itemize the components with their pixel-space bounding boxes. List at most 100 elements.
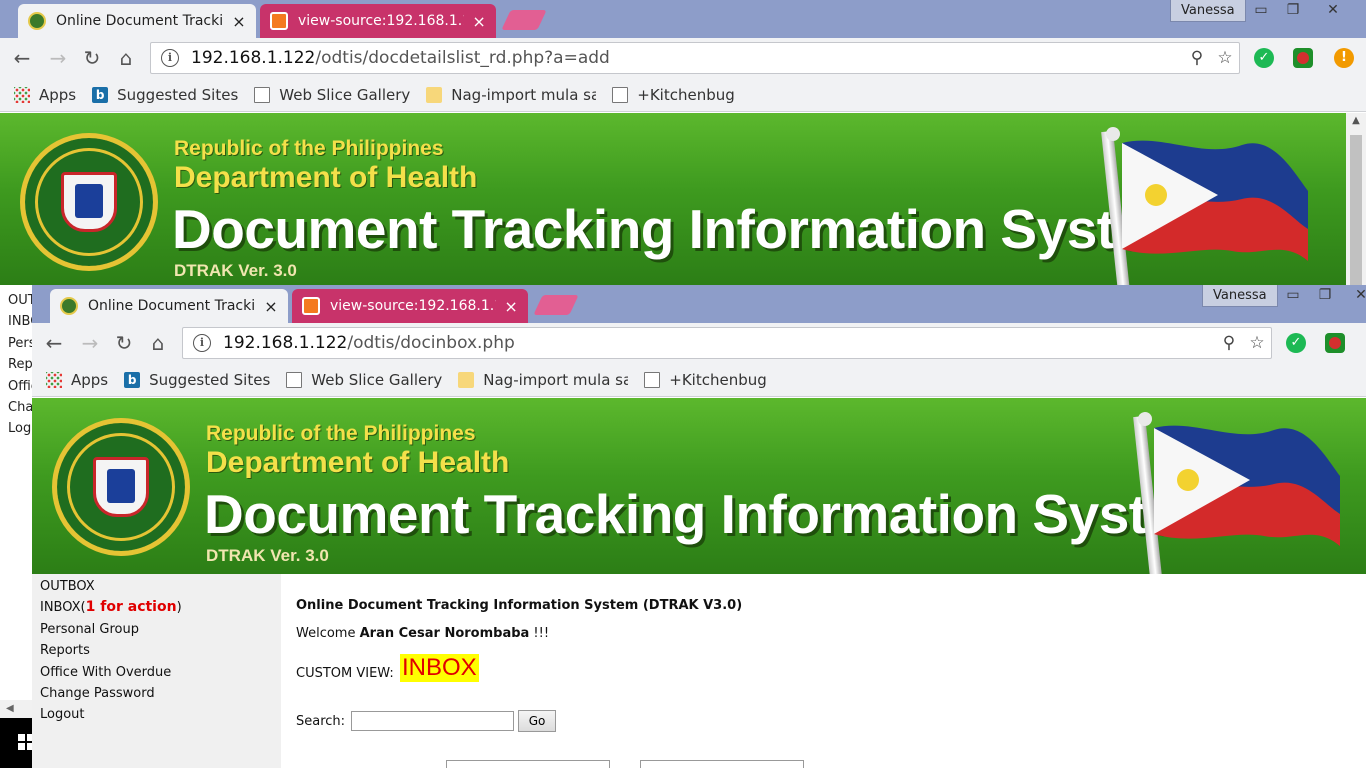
bookmark-kitchenbug[interactable]: +Kitchenbug: [644, 371, 767, 389]
banner-department-text: Department of Health: [206, 446, 510, 479]
home-icon[interactable]: ⌂: [114, 46, 138, 70]
welcome-message: Welcome Aran Cesar Norombaba !!!: [296, 626, 550, 641]
new-tab-button[interactable]: [501, 10, 547, 30]
profile-button[interactable]: Vanessa: [1202, 285, 1278, 307]
sidebar-item-outbox[interactable]: OUT: [8, 290, 32, 311]
banner-version: DTRAK Ver. 3.0: [206, 546, 329, 565]
tab-online-document-tracking[interactable]: Online Document Trackin ×: [18, 4, 256, 38]
sidebar-item-reports[interactable]: Reports: [32, 640, 281, 661]
sidebar-item-logout[interactable]: Logout: [32, 704, 281, 725]
info-icon[interactable]: i: [193, 334, 211, 352]
sidebar-menu: OUTBOX INBOX(1 for action) Personal Grou…: [32, 574, 281, 768]
url-text: 192.168.1.122/odtis/docinbox.php: [223, 333, 515, 353]
sidebar-item-inbox[interactable]: INBOX(1 for action): [32, 597, 281, 618]
back-arrow-icon[interactable]: ←: [42, 331, 66, 355]
tab-title: Online Document Trackin: [88, 298, 256, 314]
bookmark-star-icon[interactable]: ☆: [1243, 333, 1271, 353]
inbox-action-count: 1 for action: [85, 599, 177, 616]
page-content: OUTBOX INBOX(1 for action) Personal Grou…: [32, 574, 1366, 768]
close-window-icon[interactable]: ✕: [1346, 285, 1366, 307]
close-tab-icon[interactable]: ×: [232, 12, 246, 31]
restore-icon[interactable]: ❐: [1310, 285, 1340, 307]
info-icon[interactable]: i: [161, 49, 179, 67]
bookmark-apps[interactable]: Apps: [14, 86, 76, 104]
doh-seal-logo: [20, 133, 158, 271]
bookmark-web-slice-gallery[interactable]: Web Slice Gallery: [286, 371, 442, 389]
partial-button[interactable]: [446, 760, 610, 768]
sidebar-item-inbox[interactable]: INBO: [8, 311, 32, 332]
go-button[interactable]: Go: [518, 710, 557, 732]
sidebar-item-office-overdue[interactable]: Offic: [8, 376, 32, 397]
search-input[interactable]: [351, 711, 515, 731]
user-name: Aran Cesar Norombaba: [359, 626, 530, 641]
scrollbar-thumb[interactable]: [1350, 135, 1362, 285]
sidebar-item-personal-group[interactable]: Pers: [8, 333, 32, 354]
bookmark-suggested-sites[interactable]: b Suggested Sites: [124, 371, 270, 389]
back-sidebar-partial: OUT INBO Pers Rep Offic Cha Log: [0, 290, 32, 440]
sidebar-item-outbox[interactable]: OUTBOX: [32, 576, 281, 597]
front-browser-window: Online Document Trackin × view-source:19…: [32, 285, 1366, 768]
close-tab-icon[interactable]: ×: [264, 297, 278, 316]
bookmark-web-slice-gallery[interactable]: Web Slice Gallery: [254, 86, 410, 104]
banner-system-title: Document Tracking Information System: [204, 483, 1226, 545]
apps-grid-icon: [46, 371, 62, 388]
bookmarks-bar: Apps b Suggested Sites Web Slice Gallery …: [32, 363, 1366, 397]
page-icon: [254, 86, 271, 103]
reload-icon[interactable]: ↻: [80, 46, 104, 70]
bookmark-apps[interactable]: Apps: [46, 371, 108, 389]
tomato-extension-icon[interactable]: [1325, 333, 1345, 353]
checkmark-extension-icon[interactable]: ✓: [1254, 48, 1274, 68]
doh-seal-icon: [60, 297, 78, 315]
bookmarks-bar: Apps b Suggested Sites Web Slice Gallery …: [0, 78, 1366, 112]
apps-grid-icon: [14, 86, 30, 103]
partial-button[interactable]: [640, 760, 804, 768]
page-icon: [644, 371, 661, 388]
browser-toolbar: ← → ↻ ⌂ i 192.168.1.122/odtis/docdetails…: [0, 38, 1366, 78]
sidebar-item-change-password[interactable]: Cha: [8, 397, 32, 418]
zoom-icon[interactable]: ⚲: [1215, 333, 1243, 353]
checkmark-extension-icon[interactable]: ✓: [1286, 333, 1306, 353]
minimize-icon[interactable]: ▭: [1246, 0, 1276, 22]
bookmark-folder-imported[interactable]: Nag-import mula sa IE: [458, 371, 628, 389]
minimize-icon[interactable]: ▭: [1278, 285, 1308, 307]
sidebar-item-reports[interactable]: Rep: [8, 354, 32, 375]
url-text: 192.168.1.122/odtis/docdetailslist_rd.ph…: [191, 48, 610, 68]
sidebar-item-office-with-overdue[interactable]: Office With Overdue: [32, 662, 281, 683]
tab-title: view-source:192.168.1.12: [298, 13, 465, 29]
home-icon[interactable]: ⌂: [146, 331, 170, 355]
bookmark-suggested-sites[interactable]: b Suggested Sites: [92, 86, 238, 104]
vertical-scrollbar[interactable]: ▲: [1346, 113, 1366, 285]
profile-button[interactable]: Vanessa: [1170, 0, 1246, 22]
custom-view-label: CUSTOM VIEW:: [296, 666, 394, 681]
address-bar[interactable]: i 192.168.1.122/odtis/docdetailslist_rd.…: [150, 42, 1240, 74]
warning-icon[interactable]: !: [1334, 48, 1354, 68]
page-icon: [286, 371, 303, 388]
sidebar-item-change-password[interactable]: Change Password: [32, 683, 281, 704]
close-tab-icon[interactable]: ×: [504, 297, 518, 316]
tab-view-source[interactable]: view-source:192.168.1.12 ×: [292, 289, 528, 323]
close-window-icon[interactable]: ✕: [1318, 0, 1348, 22]
bookmark-kitchenbug[interactable]: +Kitchenbug: [612, 86, 735, 104]
tomato-extension-icon[interactable]: [1293, 48, 1313, 68]
zoom-icon[interactable]: ⚲: [1183, 48, 1211, 68]
reload-icon[interactable]: ↻: [112, 331, 136, 355]
sidebar-item-logout[interactable]: Log: [8, 418, 32, 439]
forward-arrow-icon[interactable]: →: [46, 46, 70, 70]
scroll-up-icon[interactable]: ▲: [1346, 115, 1366, 126]
main-panel: Online Document Tracking Information Sys…: [296, 574, 1366, 768]
new-tab-button[interactable]: [533, 295, 579, 315]
address-bar[interactable]: i 192.168.1.122/odtis/docinbox.php ⚲ ☆: [182, 327, 1272, 359]
tab-online-document-tracking[interactable]: Online Document Trackin ×: [50, 289, 288, 323]
bookmark-folder-imported[interactable]: Nag-import mula sa IE: [426, 86, 596, 104]
restore-icon[interactable]: ❐: [1278, 0, 1308, 22]
tab-title: view-source:192.168.1.12: [330, 298, 497, 314]
forward-arrow-icon[interactable]: →: [78, 331, 102, 355]
tab-view-source[interactable]: view-source:192.168.1.12 ×: [260, 4, 496, 38]
banner-republic-text: Republic of the Philippines: [206, 422, 476, 445]
sidebar-item-personal-group[interactable]: Personal Group: [32, 619, 281, 640]
bookmark-star-icon[interactable]: ☆: [1211, 48, 1239, 68]
back-arrow-icon[interactable]: ←: [10, 46, 34, 70]
horizontal-scrollbar[interactable]: ◀: [0, 700, 32, 718]
search-form: Search: Go: [296, 710, 557, 732]
close-tab-icon[interactable]: ×: [472, 12, 486, 31]
